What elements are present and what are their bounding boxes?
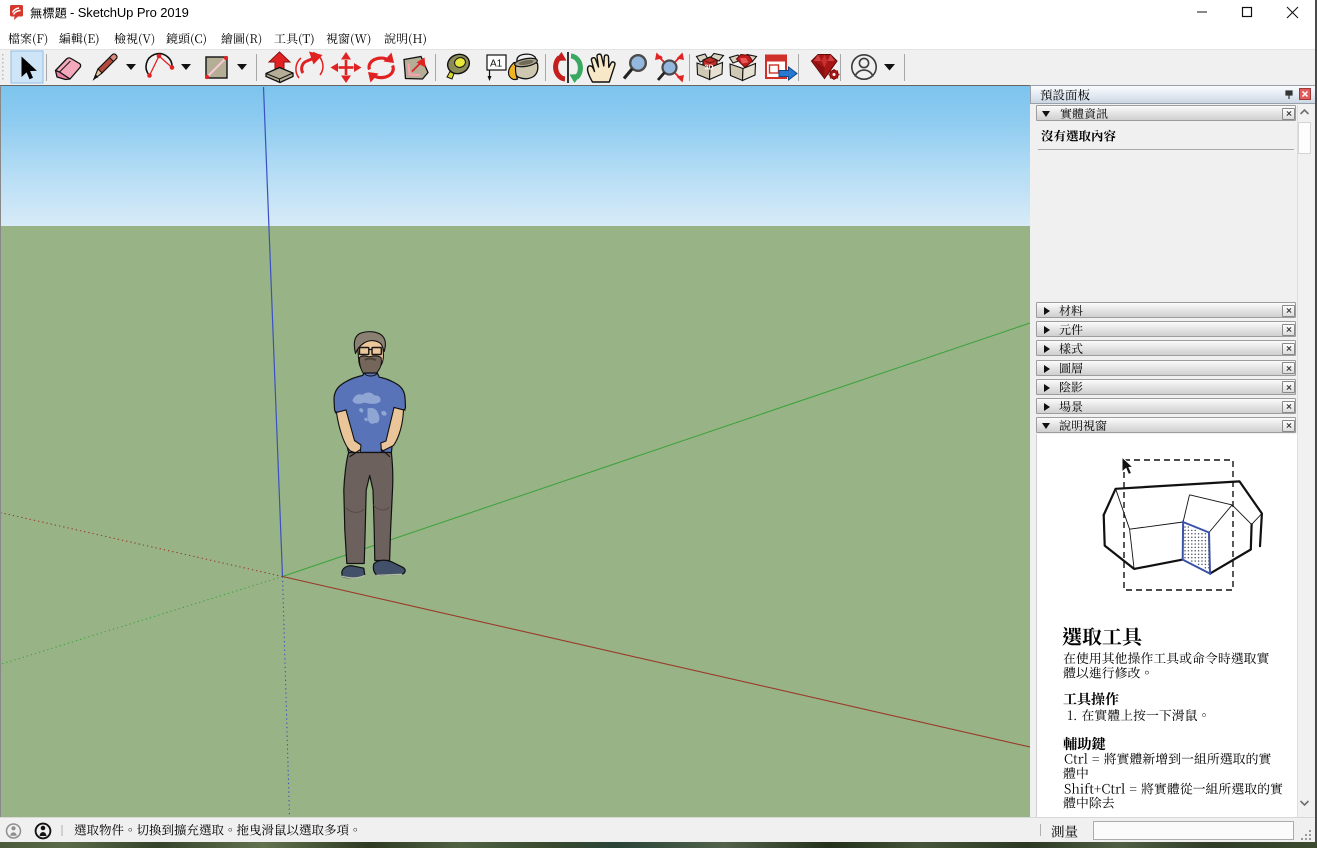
svg-text:A1: A1: [490, 59, 503, 70]
svg-text:3D: 3D: [705, 65, 714, 72]
